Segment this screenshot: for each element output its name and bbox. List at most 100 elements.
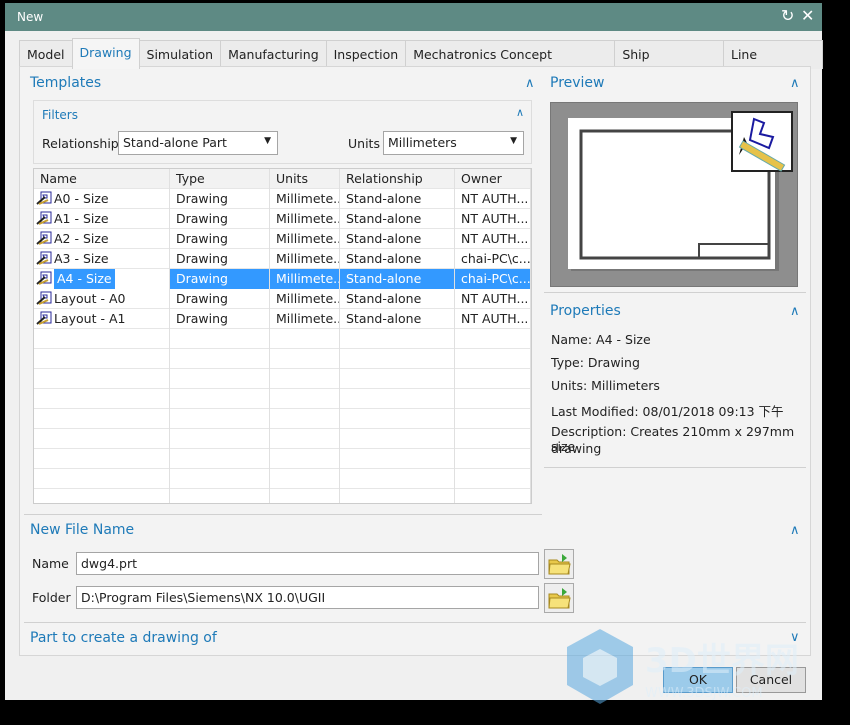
property-type: Type: Drawing xyxy=(551,355,640,370)
tab-line-designer[interactable]: Line Designer xyxy=(723,40,823,90)
table-cell: chai-PC\c... xyxy=(455,269,531,289)
cell-relationship: Stand-alone xyxy=(346,231,422,246)
cell-relationship: Stand-alone xyxy=(346,311,422,326)
table-cell: Drawing xyxy=(170,189,270,209)
column-header[interactable]: Type xyxy=(170,169,270,189)
table-cell xyxy=(455,369,531,389)
cell-name: Layout - A1 xyxy=(54,311,126,326)
relationship-select[interactable]: Stand-alone Part ▼ xyxy=(118,131,278,155)
cell-relationship: Stand-alone xyxy=(346,251,422,266)
ok-button[interactable]: OK xyxy=(663,667,733,693)
table-row[interactable]: A0 - Size Drawing Millimete... Stand-alone N… xyxy=(34,189,531,209)
close-icon[interactable]: ✕ xyxy=(801,6,814,25)
table-cell xyxy=(340,429,455,449)
table-row[interactable]: A1 - Size Drawing Millimete... Stand-alone N… xyxy=(34,209,531,229)
templates-table[interactable]: Name Type Units Relationship Owner A0 - Size D… xyxy=(33,168,532,504)
table-cell xyxy=(270,469,340,489)
new-file-name-title: New File Name xyxy=(30,522,135,538)
table-cell xyxy=(34,369,170,389)
table-cell xyxy=(34,349,170,369)
column-header[interactable]: Owner xyxy=(455,169,531,189)
browse-name-button[interactable] xyxy=(544,549,574,579)
cell-type: Drawing xyxy=(176,291,228,306)
table-cell: Millimete... xyxy=(270,309,340,329)
tab-drawing[interactable]: Drawing xyxy=(71,38,140,69)
property-name: Name: A4 - Size xyxy=(551,332,651,347)
empty-row xyxy=(34,489,531,503)
drawing-sheet-preview xyxy=(568,111,793,271)
tab-simulation[interactable]: Simulation xyxy=(138,40,222,69)
folder-input[interactable]: D:\Program Files\Siemens\NX 10.0\UGII xyxy=(76,586,539,609)
table-cell xyxy=(170,329,270,349)
empty-row xyxy=(34,389,531,409)
table-cell xyxy=(340,349,455,369)
column-header[interactable]: Relationship xyxy=(340,169,455,189)
new-dialog: New ↻ ✕ Model Drawing Simulation Manufac… xyxy=(5,3,823,700)
collapse-preview-icon[interactable]: ∧ xyxy=(790,76,800,91)
column-header[interactable]: Units xyxy=(270,169,340,189)
table-row[interactable]: A2 - Size Drawing Millimete... Stand-alone N… xyxy=(34,229,531,249)
browse-folder-button[interactable] xyxy=(544,583,574,613)
property-last-modified: Last Modified: 08/01/2018 09:13 下午 xyxy=(551,404,784,419)
tab-bar: Model Drawing Simulation Manufacturing I… xyxy=(19,38,823,90)
table-cell xyxy=(34,409,170,429)
tab-model[interactable]: Model xyxy=(19,40,73,69)
table-cell xyxy=(455,449,531,469)
table-cell xyxy=(170,489,270,503)
units-label: Units xyxy=(348,136,380,151)
table-row[interactable]: A3 - Size Drawing Millimete... Stand-alone c… xyxy=(34,249,531,269)
tab-mechatronics[interactable]: Mechatronics Concept Designer xyxy=(405,40,616,90)
empty-row xyxy=(34,469,531,489)
collapse-new-file-icon[interactable]: ∧ xyxy=(790,523,800,538)
cell-name: A2 - Size xyxy=(54,231,109,246)
table-cell xyxy=(270,449,340,469)
table-cell xyxy=(270,409,340,429)
table-cell xyxy=(270,489,340,503)
cell-owner: NT AUTH... xyxy=(461,291,529,306)
reset-icon[interactable]: ↻ xyxy=(781,6,794,25)
collapse-templates-icon[interactable]: ∧ xyxy=(525,76,535,91)
cell-owner: chai-PC\c... xyxy=(461,271,531,286)
units-select[interactable]: Millimeters ▼ xyxy=(383,131,524,155)
table-header: Name Type Units Relationship Owner xyxy=(34,169,531,189)
expand-part-section-icon[interactable]: ∨ xyxy=(790,630,800,645)
table-row[interactable]: Layout - A0 Drawing Millimete... Stand-alon… xyxy=(34,289,531,309)
cell-name: Layout - A0 xyxy=(54,291,126,306)
folder-icon xyxy=(548,554,571,575)
collapse-filters-icon[interactable]: ∧ xyxy=(516,106,524,119)
tab-ship-structures[interactable]: Ship Structures xyxy=(614,40,724,90)
cancel-button[interactable]: Cancel xyxy=(736,667,806,693)
table-cell: Millimete... xyxy=(270,209,340,229)
table-cell xyxy=(340,469,455,489)
cell-name: A1 - Size xyxy=(54,211,109,226)
drawing-panel: Templates ∧ Filters ∧ Relationship Stand… xyxy=(19,66,811,656)
table-cell: chai-PC\c... xyxy=(455,249,531,269)
empty-row xyxy=(34,409,531,429)
collapse-properties-icon[interactable]: ∧ xyxy=(790,304,800,319)
table-cell xyxy=(170,429,270,449)
tab-inspection[interactable]: Inspection xyxy=(325,40,407,69)
cell-relationship: Stand-alone xyxy=(346,271,422,286)
properties-title: Properties xyxy=(550,303,621,319)
table-row[interactable]: A4 - Size Drawing Millimete... Stand-alone c… xyxy=(34,269,531,289)
drawing-template-icon xyxy=(36,271,52,285)
dropdown-arrow-icon: ▼ xyxy=(264,136,271,146)
tab-manufacturing[interactable]: Manufacturing xyxy=(220,40,327,69)
name-input[interactable]: dwg4.prt xyxy=(76,552,539,575)
table-row[interactable]: Layout - A1 Drawing Millimete... Stand-alon… xyxy=(34,309,531,329)
column-header[interactable]: Name xyxy=(34,169,170,189)
table-cell: A3 - Size xyxy=(34,249,170,269)
drawing-template-icon xyxy=(36,191,52,205)
drawing-template-icon xyxy=(36,311,52,325)
table-cell xyxy=(455,409,531,429)
table-cell xyxy=(34,389,170,409)
cell-units: Millimete... xyxy=(276,291,340,306)
table-cell: A4 - Size xyxy=(34,269,170,289)
cell-relationship: Stand-alone xyxy=(346,291,422,306)
table-cell xyxy=(455,389,531,409)
table-cell xyxy=(34,429,170,449)
table-cell: Layout - A0 xyxy=(34,289,170,309)
cell-name: A3 - Size xyxy=(54,251,109,266)
table-cell: Millimete... xyxy=(270,249,340,269)
empty-row xyxy=(34,349,531,369)
